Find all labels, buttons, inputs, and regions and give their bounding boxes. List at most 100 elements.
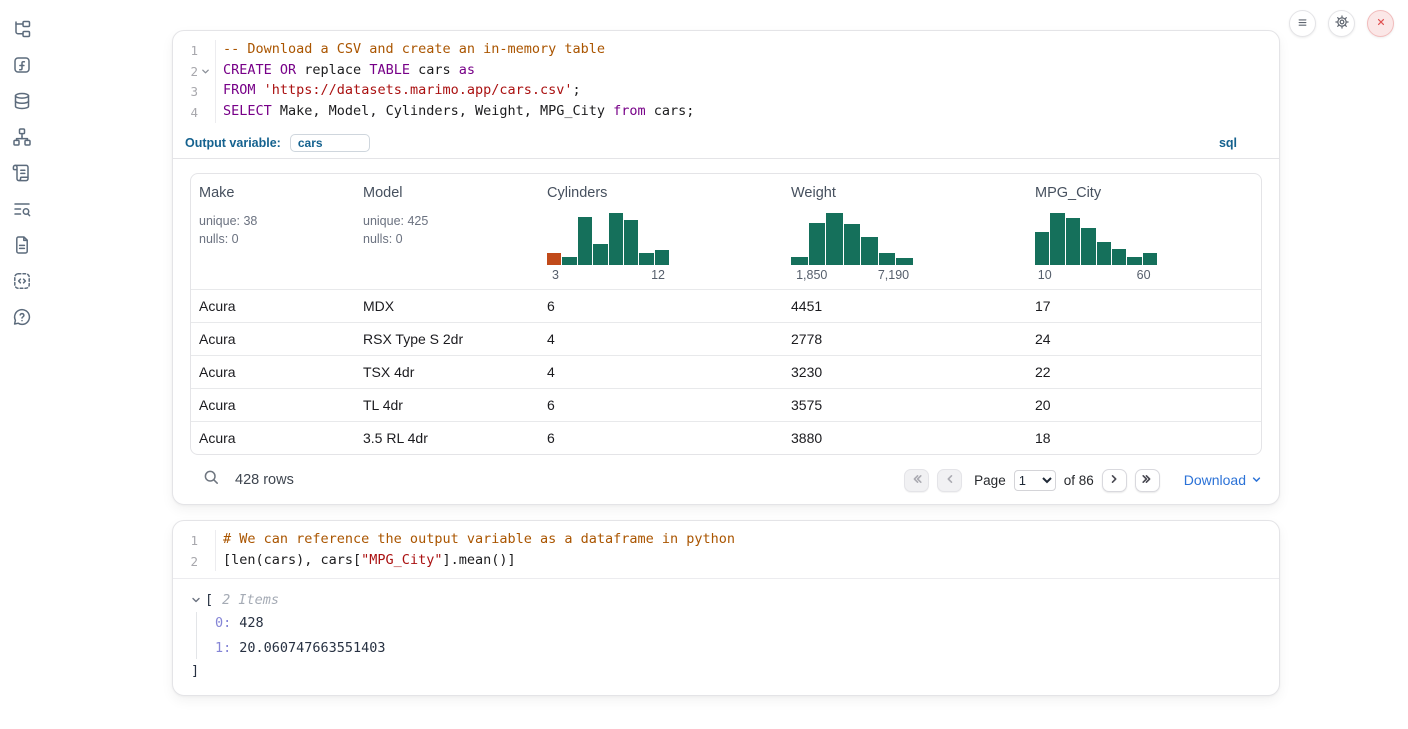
histogram-bar[interactable] <box>578 217 592 265</box>
histogram-bar[interactable] <box>1143 253 1157 264</box>
data-table: Make unique: 38 nulls: 0 Modelunique: 425nu… <box>190 173 1262 455</box>
sidebar-item-scratchpad[interactable] <box>11 164 33 184</box>
column-name: Cylinders <box>547 185 775 201</box>
column-histogram[interactable]: 1060 <box>1035 213 1157 283</box>
settings-button[interactable] <box>1328 10 1355 37</box>
table-row[interactable]: AcuraTL 4dr6357520 <box>191 388 1261 421</box>
menu-button[interactable] <box>1289 10 1316 37</box>
column-header[interactable]: Make unique: 38 nulls: 0 <box>191 174 355 289</box>
collapse-chevron-icon[interactable] <box>191 595 201 605</box>
histogram-bar[interactable] <box>844 224 861 265</box>
histogram-bar[interactable] <box>639 253 653 265</box>
output-variable-input[interactable] <box>290 134 370 152</box>
open-bracket: [ <box>205 592 213 608</box>
histogram-bar[interactable] <box>1050 213 1064 265</box>
histogram-bar[interactable] <box>547 253 561 265</box>
histogram-bar[interactable] <box>1112 249 1126 265</box>
column-histogram[interactable]: 312 <box>547 213 669 283</box>
python-code-editor[interactable]: 1# We can reference the output variable … <box>173 521 1279 578</box>
axis-label: 60 <box>1137 268 1151 282</box>
column-header[interactable]: Weight 1,8507,190 <box>783 174 1027 289</box>
table-cell: 6 <box>539 397 783 413</box>
histogram-bar[interactable] <box>593 244 607 265</box>
sql-code-editor[interactable]: 1-- Download a CSV and create an in-memo… <box>173 31 1279 130</box>
last-page-button[interactable] <box>1135 469 1160 492</box>
table-cell: Acura <box>191 430 355 446</box>
histogram-bar[interactable] <box>791 257 808 265</box>
code-line: 2CREATE OR replace TABLE cars as <box>173 61 1279 82</box>
histogram-bar[interactable] <box>861 237 878 265</box>
table-footer: 428 rows Page 1 of 86 Download <box>173 459 1279 504</box>
histogram-bar[interactable] <box>826 213 843 265</box>
column-stat: nulls: 0 <box>199 231 347 247</box>
sidebar-item-variables[interactable] <box>11 56 33 76</box>
histogram-bar[interactable] <box>1066 218 1080 265</box>
column-header[interactable]: MPG_City1060 <box>1027 174 1261 289</box>
column-name: Weight <box>791 185 1019 201</box>
column-header[interactable]: Cylinders 312 <box>539 174 783 289</box>
sidebar-item-data-sources[interactable] <box>11 92 33 112</box>
histogram-bar[interactable] <box>879 253 896 264</box>
column-name: Make <box>199 185 347 201</box>
table-cell: Acura <box>191 364 355 380</box>
output-variable-bar: Output variable: sql <box>173 130 1279 159</box>
code-line: 1-- Download a CSV and create an in-memo… <box>173 40 1279 61</box>
histogram-bar[interactable] <box>609 213 623 265</box>
histogram-bar[interactable] <box>624 220 638 265</box>
column-histogram[interactable]: 1,8507,190 <box>791 213 913 283</box>
histogram-bar[interactable] <box>562 257 576 265</box>
table-body: AcuraMDX6445117AcuraRSX Type S 2dr427782… <box>191 289 1261 454</box>
tree-entry: 0:428 <box>215 615 1261 631</box>
column-stat: unique: 38 <box>199 213 347 229</box>
code-line: 3FROM 'https://datasets.marimo.app/cars.… <box>173 81 1279 102</box>
histogram-bar[interactable] <box>1097 242 1111 265</box>
output-variable-label: Output variable: <box>185 136 281 150</box>
sidebar-item-documentation[interactable] <box>11 236 33 256</box>
next-page-button[interactable] <box>1102 469 1127 492</box>
first-page-button[interactable] <box>904 469 929 492</box>
table-cell: 3575 <box>783 397 1027 413</box>
table-cell: 6 <box>539 298 783 314</box>
sidebar-item-logs[interactable] <box>11 200 33 220</box>
gear-icon <box>1334 14 1350 33</box>
page-total-label: of 86 <box>1064 473 1094 488</box>
histogram-bar[interactable] <box>896 258 913 265</box>
histogram-bar[interactable] <box>655 250 669 265</box>
histogram-bar[interactable] <box>1127 257 1141 265</box>
sidebar-item-dependencies[interactable] <box>11 128 33 148</box>
scroll-icon <box>12 163 32 186</box>
tree-value: 428 <box>239 615 263 631</box>
code-line: 1# We can reference the output variable … <box>173 530 1279 551</box>
download-button[interactable]: Download <box>1184 472 1262 488</box>
line-number: 3 <box>173 81 198 102</box>
fold-chevron-icon[interactable] <box>198 61 212 82</box>
table-row[interactable]: AcuraMDX6445117 <box>191 289 1261 322</box>
line-number: 2 <box>173 551 198 572</box>
chevrons-right-icon <box>1141 473 1153 488</box>
page-select[interactable]: 1 <box>1014 470 1056 491</box>
tree-entries: 0:4281:20.060747663551403 <box>196 612 1261 659</box>
sidebar-item-snippets[interactable] <box>11 272 33 292</box>
search-list-icon <box>12 199 32 222</box>
table-row[interactable]: AcuraRSX Type S 2dr4277824 <box>191 322 1261 355</box>
histogram-bar[interactable] <box>1035 232 1049 265</box>
sidebar-item-file-tree[interactable] <box>11 20 33 40</box>
table-cell: 3230 <box>783 364 1027 380</box>
column-header[interactable]: Modelunique: 425nulls: 0 <box>355 174 539 289</box>
shutdown-button[interactable] <box>1367 10 1394 37</box>
table-row[interactable]: Acura3.5 RL 4dr6388018 <box>191 421 1261 454</box>
histogram-bar[interactable] <box>1081 228 1095 265</box>
database-icon <box>12 91 32 114</box>
notebook: 1-- Download a CSV and create an in-memo… <box>172 30 1280 711</box>
table-cell: 4451 <box>783 298 1027 314</box>
table-row[interactable]: AcuraTSX 4dr4323022 <box>191 355 1261 388</box>
histogram-bar[interactable] <box>809 223 826 265</box>
sidebar <box>0 0 44 729</box>
table-cell: 4 <box>539 364 783 380</box>
dependency-graph-icon <box>12 127 32 150</box>
table-cell: Acura <box>191 397 355 413</box>
sidebar-item-help[interactable] <box>11 308 33 328</box>
prev-page-button[interactable] <box>937 469 962 492</box>
search-icon[interactable] <box>203 469 220 491</box>
function-square-icon <box>12 55 32 78</box>
